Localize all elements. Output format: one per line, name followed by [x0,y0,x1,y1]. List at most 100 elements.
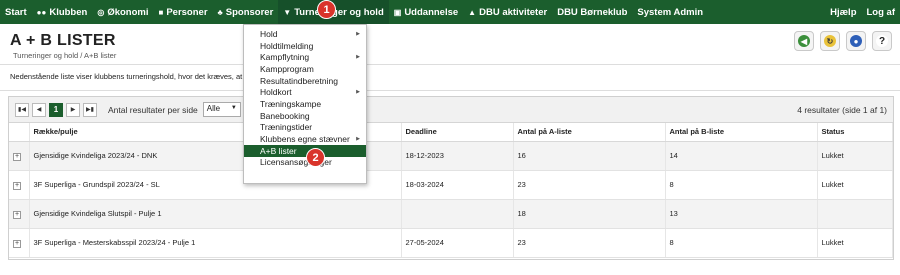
nav-sponsorer[interactable]: ♣ Sponsorer [213,0,279,24]
menu-item-holdkort[interactable]: Holdkort ▶ [244,86,366,98]
nav-help[interactable]: Hjælp [825,0,861,24]
menu-item-ab-lister[interactable]: A+B lister [244,144,366,157]
sponsor-icon: ♣ [217,7,223,17]
menu-item-hold[interactable]: Hold ▶ [244,28,366,40]
menu-item-label: Resultatindberetning [260,75,338,86]
deadline-cell [401,199,514,229]
b-liste-cell: 8 [665,170,818,200]
results-panel: ▮◀ ◀ 1 ▶ ▶▮ Antal resultater per side Al… [8,96,894,260]
expand-icon[interactable]: + [13,152,21,161]
nav-label: Log af [866,6,896,18]
expand-cell[interactable]: + [9,199,30,229]
breadcrumb[interactable]: Turneringer og hold / A+B lister [13,51,116,60]
column-header-a-liste[interactable]: Antal på A-liste [513,123,666,142]
back-arrow-icon: ◀ [798,35,810,47]
b-liste-cell: 13 [665,199,818,229]
results-table: Række/pulje Deadline Antal på A-liste An… [9,123,893,258]
nav-personer[interactable]: ■ Personer [153,0,212,24]
menu-item-label: Træningstider [260,122,313,133]
next-page-button[interactable]: ▶ [66,102,80,117]
nav-start[interactable]: Start [0,0,32,24]
nav-klubben[interactable]: ●● Klubben [32,0,93,24]
pulje-cell: 3F Superliga - Mesterskabsspil 2023/24 -… [29,228,402,258]
menu-item-label: Klubbens egne stævner [260,134,350,145]
nav-label: Start [5,6,27,18]
b-liste-cell: 8 [665,228,818,258]
page-title: A + B LISTER [10,32,116,49]
info-icon: ● [850,35,862,47]
status-cell: Lukket [817,228,893,258]
nav-okonomi[interactable]: ◎ Økonomi [92,0,153,24]
nav-label: Hjælp [830,6,857,18]
nav-dbu-borneklub[interactable]: DBU Børneklub [552,0,632,24]
nav-label: Personer [166,6,208,18]
column-header-status[interactable]: Status [817,123,893,142]
first-page-button[interactable]: ▮◀ [15,102,29,117]
menu-item-label: Træningskampe [260,98,322,109]
nav-dbu-aktiviteter[interactable]: ▲ DBU aktiviteter [463,0,552,24]
menu-item-holdtilmelding[interactable]: Holdtilmelding [244,40,366,52]
menu-item-label: Kampflytning [260,52,310,63]
help-button[interactable]: ? [872,31,892,51]
menu-item-label: Holdtilmelding [260,40,314,51]
back-button[interactable]: ◀ [794,31,814,51]
refresh-button[interactable]: ↻ [820,31,840,51]
top-navigation: Start ●● Klubben ◎ Økonomi ■ Personer ♣ Spon… [0,0,900,24]
status-cell: Lukket [817,141,893,171]
expand-icon[interactable]: + [13,239,21,248]
a-liste-cell: 23 [513,170,666,200]
deadline-cell: 18-12-2023 [401,141,514,171]
nav-system-admin[interactable]: System Admin [632,0,708,24]
menu-item-egne-staevner[interactable]: Klubbens egne stævner ▶ [244,133,366,145]
current-page-button[interactable]: 1 [49,102,63,117]
table-row[interactable]: + 3F Superliga - Grundspil 2023/24 - SL … [9,170,893,200]
last-page-icon: ▶▮ [86,107,94,113]
menu-item-label: Kampprogram [260,63,314,74]
menu-item-traeningstider[interactable]: Træningstider [244,122,366,134]
menu-item-kampprogram[interactable]: Kampprogram [244,63,366,75]
next-page-icon: ▶ [70,107,76,113]
per-page-label: Antal resultater per side [108,104,198,115]
menu-item-label: A+B lister [260,145,297,156]
menu-item-label: Banebooking [260,110,310,121]
menu-item-resultatindberetning[interactable]: Resultatindberetning [244,75,366,87]
expand-cell[interactable]: + [9,170,30,200]
column-header-deadline[interactable]: Deadline [401,123,514,142]
expand-icon[interactable]: + [13,181,21,190]
table-row[interactable]: + 3F Superliga - Mesterskabsspil 2023/24… [9,228,893,258]
nav-logout[interactable]: Log af [862,0,900,24]
step-badge-1: 1 [317,0,336,19]
step-badge-2: 2 [306,148,325,167]
person-icon: ■ [158,7,164,17]
nav-label: Uddannelse [404,6,459,18]
per-page-value: Alle [206,104,221,113]
prev-page-button[interactable]: ◀ [32,102,46,117]
nav-label: Økonomi [107,6,149,18]
chevron-down-icon: ▼ [230,105,237,111]
group-icon: ●● [36,7,47,17]
info-button[interactable]: ● [846,31,866,51]
nav-label: Sponsorer [225,6,274,18]
status-cell [817,199,893,229]
column-header-b-liste[interactable]: Antal på B-liste [665,123,818,142]
menu-item-traeningskampe[interactable]: Træningskampe [244,98,366,110]
toolbar: ◀ ↻ ● ? [794,31,892,51]
menu-item-licensansogninger[interactable]: Licensansøgninger [244,157,366,169]
b-liste-cell: 14 [665,141,818,171]
expand-cell[interactable]: + [9,141,30,171]
table-row[interactable]: + Gjensidige Kvindeliga Slutspil - Pulje… [9,199,893,229]
submenu-arrow-icon: ▶ [356,54,360,61]
menu-item-label: Hold [260,28,278,39]
nav-uddannelse[interactable]: ▣ Uddannelse [389,0,463,24]
deadline-cell: 18-03-2024 [401,170,514,200]
a-liste-cell: 23 [513,228,666,258]
per-page-select[interactable]: Alle ▼ [202,102,241,117]
last-page-button[interactable]: ▶▮ [83,102,97,117]
table-row[interactable]: + Gjensidige Kvindeliga 2023/24 - DNK 18… [9,141,893,171]
menu-item-banebooking[interactable]: Banebooking [244,110,366,122]
pulje-cell: Gjensidige Kvindeliga Slutspil - Pulje 1 [29,199,402,229]
expand-icon[interactable]: + [13,210,21,219]
menu-item-kampflytning[interactable]: Kampflytning ▶ [244,51,366,63]
expand-cell[interactable]: + [9,228,30,258]
nav-right: Hjælp Log af [825,0,900,24]
